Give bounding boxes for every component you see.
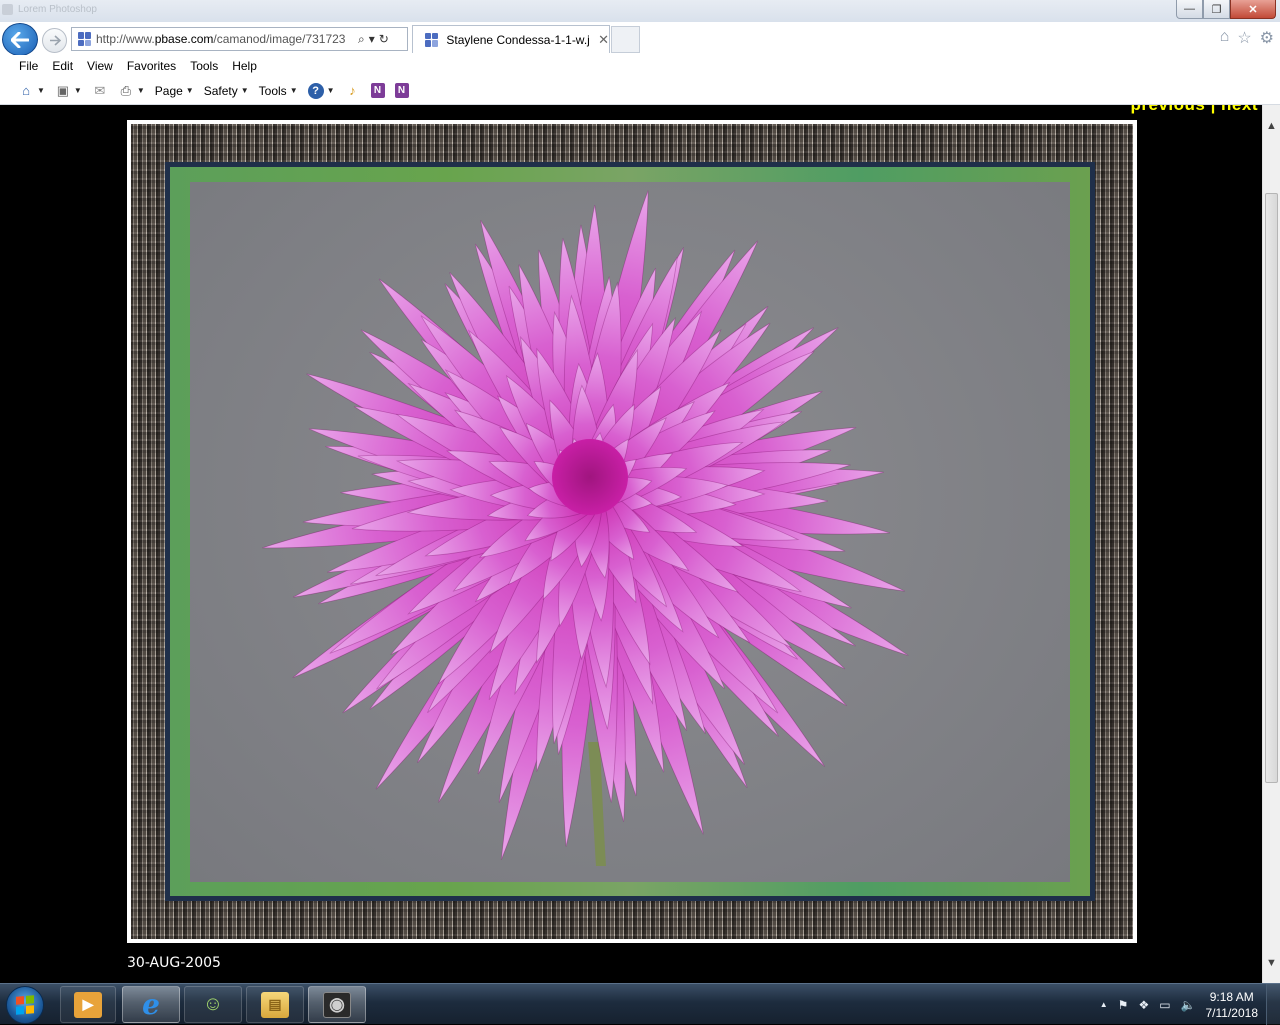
show-hidden-icons-icon[interactable]: ▲ (1100, 1000, 1108, 1009)
vertical-scrollbar[interactable]: ▲ ▼ (1262, 105, 1280, 983)
favorites-star-icon[interactable]: ☆ (1237, 28, 1251, 48)
internet-explorer-icon: e (142, 988, 160, 1021)
network-people-icon: ☺ (202, 993, 224, 1015)
forward-arrow-icon (49, 35, 61, 46)
tab-favicon-icon (425, 32, 438, 47)
tools-menu-label: Tools (258, 83, 287, 98)
eye-icon: ◉ (323, 991, 351, 1018)
settings-gear-icon[interactable]: ⚙ (1260, 28, 1274, 48)
media-player-icon: ▶ (74, 991, 102, 1018)
safety-menu[interactable]: Safety ▼ (204, 84, 249, 98)
navigation-bar: http://www.pbase.com/camanod/image/73172… (0, 22, 1280, 56)
green-matte (170, 167, 1090, 896)
refresh-icon[interactable]: ↻ (379, 32, 389, 46)
scroll-up-arrow-icon[interactable]: ▲ (1263, 117, 1280, 134)
search-icon[interactable]: ⌕ (358, 32, 365, 47)
research-command[interactable]: ♪ (345, 83, 361, 99)
taskbar-network[interactable]: ☺ (184, 986, 242, 1023)
onenote-linked-icon[interactable]: N (394, 83, 409, 98)
minimize-button[interactable]: — (1176, 0, 1203, 19)
home-command-icon: ⌂ (22, 83, 30, 98)
help-icon: ? (307, 82, 324, 99)
feeds-command[interactable]: ▣ ▼ (55, 83, 82, 99)
tab-close-icon[interactable]: ✕ (598, 32, 609, 48)
home-icon[interactable]: ⌂ (1220, 28, 1230, 48)
clock-time: 9:18 AM (1209, 989, 1254, 1004)
address-dropdown-icon[interactable]: ▾ (369, 32, 375, 46)
windows-taskbar: ▶ e ☺ ▤ ◉ ▲ ⚑ ❖ ▭ 🔈 9:18 AM 7/11/2018 (0, 983, 1280, 1025)
site-favicon-icon (78, 32, 92, 46)
page-menu[interactable]: Page ▼ (155, 84, 194, 98)
address-bar[interactable]: http://www.pbase.com/camanod/image/73172… (71, 27, 408, 51)
prev-next-links[interactable]: previous | next (1130, 105, 1258, 115)
folder-icon: ▤ (261, 991, 289, 1018)
windows-logo-icon (16, 995, 34, 1015)
mail-command[interactable]: ✉ (92, 83, 108, 99)
rss-feed-icon: ▣ (56, 82, 70, 98)
show-desktop-button[interactable] (1266, 984, 1280, 1025)
back-arrow-icon (11, 31, 29, 48)
menu-favorites[interactable]: Favorites (127, 59, 176, 73)
research-icon: ♪ (349, 83, 356, 98)
system-tray: ▲ ⚑ ❖ ▭ 🔈 9:18 AM 7/11/2018 (1100, 984, 1280, 1025)
chevron-down-icon[interactable]: ▼ (37, 86, 45, 95)
tab-title: Staylene Condessa-1-1-w.j... (446, 32, 591, 47)
restore-button[interactable]: ❐ (1203, 0, 1230, 19)
menu-view[interactable]: View (87, 59, 113, 73)
scroll-down-arrow-icon[interactable]: ▼ (1263, 954, 1280, 971)
window-title: Lorem Photoshop (18, 4, 97, 15)
menu-file[interactable]: File (19, 59, 38, 73)
printer-icon: ⎙ (120, 82, 132, 98)
tab-active[interactable]: Staylene Condessa-1-1-w.j... ✕ (412, 25, 610, 53)
new-tab-button[interactable] (611, 26, 640, 53)
scroll-thumb[interactable] (1265, 193, 1278, 783)
mail-icon: ✉ (94, 82, 106, 98)
power-icon[interactable]: ▭ (1159, 998, 1170, 1012)
window-controls: — ❐ ✕ (1176, 0, 1276, 19)
photo-frame (127, 120, 1137, 943)
taskbar-file-explorer[interactable]: ▤ (246, 986, 304, 1023)
chevron-down-icon[interactable]: ▼ (74, 86, 82, 95)
close-button[interactable]: ✕ (1230, 0, 1276, 19)
wood-frame-border (131, 124, 1133, 939)
chevron-down-icon: ▼ (240, 86, 249, 95)
flower-center (552, 439, 628, 515)
chevron-down-icon[interactable]: ▼ (327, 86, 335, 95)
web-page-content: previous | next 30-AUG-2005 (0, 105, 1262, 983)
taskbar-internet-explorer[interactable]: e (122, 986, 180, 1023)
menu-bar: File Edit View Favorites Tools Help (0, 55, 1280, 77)
menu-edit[interactable]: Edit (52, 59, 73, 73)
browser-tools: ⌂ ☆ ⚙ (1220, 28, 1274, 48)
photo-date-caption: 30-AUG-2005 (127, 955, 221, 971)
taskbar-photo-viewer[interactable]: ◉ (308, 986, 366, 1023)
home-command[interactable]: ⌂ ▼ (18, 83, 45, 99)
back-button[interactable] (2, 23, 38, 56)
system-clock[interactable]: 9:18 AM 7/11/2018 (1206, 989, 1259, 1021)
dropbox-icon[interactable]: ❖ (1138, 998, 1149, 1012)
app-icon (2, 4, 13, 15)
menu-tools[interactable]: Tools (190, 59, 218, 73)
window-title-bar: Lorem Photoshop — ❐ ✕ (0, 0, 1280, 22)
chevron-down-icon[interactable]: ▼ (137, 86, 145, 95)
url-text[interactable]: http://www.pbase.com/camanod/image/73172… (96, 32, 356, 46)
safety-menu-label: Safety (203, 83, 238, 98)
tools-menu[interactable]: Tools ▼ (259, 84, 298, 98)
dahlia-photo[interactable] (190, 182, 1070, 882)
print-command[interactable]: ⎙ ▼ (118, 83, 145, 99)
forward-button[interactable] (42, 28, 67, 53)
taskbar-media-player[interactable]: ▶ (60, 986, 116, 1023)
chevron-down-icon: ▼ (289, 86, 298, 95)
chevron-down-icon: ▼ (185, 86, 194, 95)
inner-bevel (165, 162, 1095, 901)
action-center-flag-icon[interactable]: ⚑ (1118, 998, 1129, 1012)
command-bar: ⌂ ▼ ▣ ▼ ✉ ⎙ ▼ Page ▼ Safety ▼ Tools ▼ ? ▼ ♪ N N (0, 77, 1280, 105)
page-menu-label: Page (154, 83, 183, 98)
menu-help[interactable]: Help (232, 59, 257, 73)
clock-date: 7/11/2018 (1205, 1005, 1259, 1020)
volume-muted-icon[interactable]: 🔈 (1181, 998, 1196, 1012)
dahlia-flower-image (262, 190, 909, 866)
start-button[interactable] (6, 986, 44, 1024)
help-command[interactable]: ? ▼ (307, 82, 335, 99)
onenote-icon[interactable]: N (370, 83, 385, 98)
